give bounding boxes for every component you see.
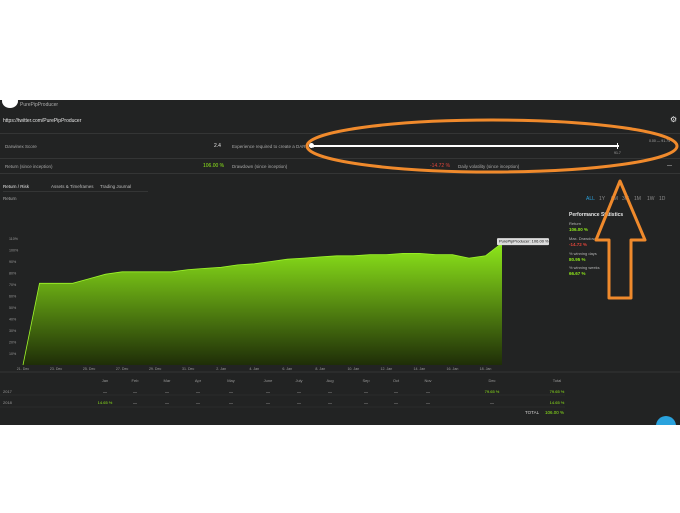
annotation-up-arrow [594, 179, 647, 300]
annotation-ellipse [305, 118, 679, 174]
annotation-overlay [305, 118, 679, 300]
